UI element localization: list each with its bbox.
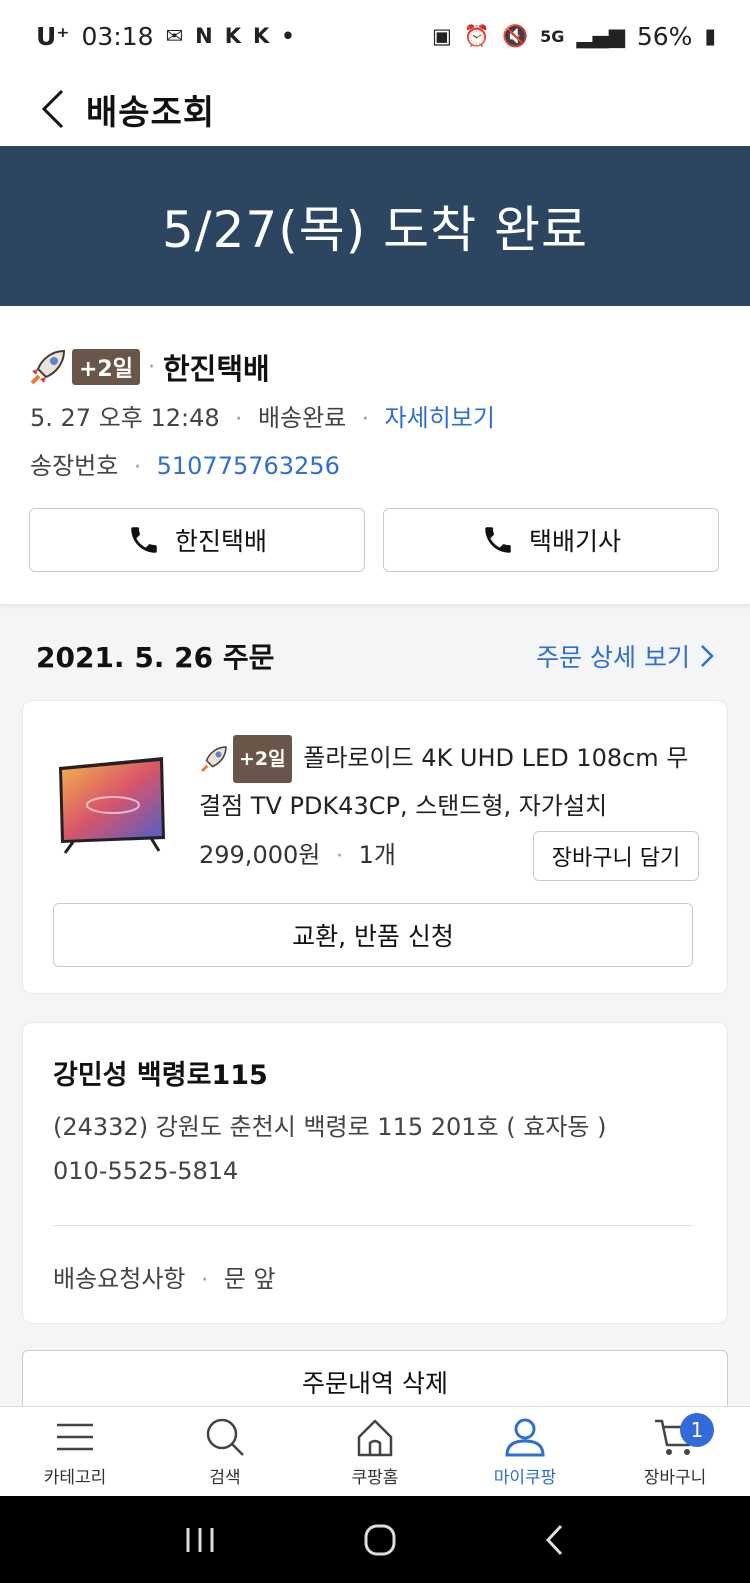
home-icon (357, 1419, 393, 1457)
tab-label: 마이쿠팡 (493, 1468, 557, 1488)
5g-icon: 5G (540, 26, 565, 46)
k-app-icon: K (253, 24, 270, 48)
product-badge-group: +2일 (199, 735, 292, 783)
nfc-icon: N (195, 24, 213, 48)
k-app-icon: K (224, 24, 242, 48)
back-button[interactable] (22, 79, 82, 139)
battery-saver-icon: ▣ (431, 24, 452, 48)
delivery-status: 배송완료 (257, 404, 347, 432)
separator-dot: · (235, 407, 243, 432)
separator-dot: · (201, 1268, 209, 1293)
tab-home[interactable]: 쿠팡홈 (300, 1407, 450, 1496)
menu-icon (57, 1423, 93, 1451)
separator-dot: · (335, 844, 343, 869)
phone-icon (131, 527, 157, 553)
product-quantity: 1개 (358, 841, 396, 869)
add-to-cart-button[interactable]: 장바구니 담기 (533, 831, 699, 881)
call-driver-label: 택배기사 (528, 527, 621, 556)
order-detail-link[interactable]: 주문 상세 보기 (536, 638, 714, 674)
address-line: (24332) 강원도 춘천시 백령로 115 201호 ( 효자동 ) (53, 1113, 607, 1141)
invoice-number[interactable]: 510775763256 (157, 452, 340, 480)
search-icon (206, 1418, 244, 1456)
courier-row: +2일 · 한진택배 (28, 346, 270, 388)
delivery-datetime: 5. 27 오후 12:48 (30, 404, 220, 432)
back-nav-icon[interactable] (543, 1522, 567, 1558)
tab-label: 검색 (209, 1468, 241, 1488)
alarm-icon: ⏰ (463, 23, 490, 48)
signal-icon: ▂▄▆ (576, 24, 625, 48)
status-left: U⁺ 03:18 ✉ N K K • (36, 22, 295, 51)
delivery-request-label: 배송요청사항 (53, 1265, 186, 1293)
courier-name: 한진택배 (162, 352, 270, 386)
tab-category[interactable]: 카테고리 (0, 1407, 150, 1496)
order-detail-label: 주문 상세 보기 (536, 643, 690, 672)
price-row: 299,000원 · 1개 (199, 835, 396, 870)
tab-label: 장바구니 (643, 1468, 707, 1488)
separator-dot: · (361, 407, 369, 432)
dot-icon: • (281, 24, 295, 48)
app-header: 배송조회 (0, 72, 750, 146)
invoice-row: 송장번호 · 510775763256 (30, 446, 340, 481)
address-card: 강민성 백령로115 (24332) 강원도 춘천시 백령로 115 201호 … (22, 1022, 728, 1324)
home-button-icon[interactable] (362, 1522, 398, 1558)
status-bar: U⁺ 03:18 ✉ N K K • ▣ ⏰ 🔇 5G ▂▄▆ 56% ▮ (0, 0, 750, 72)
status-time: 03:18 (81, 21, 154, 51)
chevron-left-icon (41, 89, 64, 129)
tab-label: 쿠팡홈 (351, 1468, 399, 1488)
status-right: ▣ ⏰ 🔇 5G ▂▄▆ 56% ▮ (432, 22, 716, 51)
call-courier-button[interactable]: 한진택배 (29, 508, 365, 572)
product-thumbnail[interactable] (53, 747, 171, 865)
user-icon (505, 1418, 545, 1457)
invoice-label: 송장번호 (30, 452, 119, 480)
battery-icon: ▮ (704, 24, 716, 48)
mute-icon: 🔇 (501, 23, 529, 48)
recent-apps-icon[interactable] (183, 1525, 217, 1555)
bottom-tab-bar: 카테고리 검색 쿠팡홈 마이쿠팡 장바구니 1 (0, 1406, 750, 1496)
cart-count-badge: 1 (680, 1413, 714, 1447)
delete-order-button[interactable]: 주문내역 삭제 (22, 1350, 728, 1414)
page-title: 배송조회 (86, 92, 216, 133)
product-title-block[interactable]: +2일 폴라로이드 4K UHD LED 108cm 무결점 TV PDK43C… (199, 735, 699, 829)
divider (53, 1225, 693, 1226)
delivery-speed-badge: +2일 (233, 735, 292, 783)
separator-dot: · (147, 354, 155, 380)
tab-label: 카테고리 (43, 1468, 107, 1488)
recipient-phone: 010-5525-5814 (53, 1157, 239, 1185)
tab-my-coupang[interactable]: 마이쿠팡 (450, 1407, 600, 1496)
call-courier-label: 한진택배 (174, 527, 267, 556)
tab-search[interactable]: 검색 (150, 1407, 300, 1496)
battery-level: 56% (636, 21, 693, 51)
rocket-icon (200, 746, 227, 773)
system-nav-bar (0, 1496, 750, 1583)
mail-icon: ✉ (165, 24, 184, 48)
chevron-right-icon (701, 645, 714, 667)
delivery-status-banner: 5/27(목) 도착 완료 (0, 146, 750, 306)
product-price: 299,000원 (199, 841, 321, 869)
tab-cart[interactable]: 장바구니 1 (600, 1407, 750, 1496)
exchange-return-button[interactable]: 교환, 반품 신청 (53, 903, 693, 967)
delivery-speed-badge: +2일 (72, 349, 140, 385)
order-date: 2021. 5. 26 주문 (36, 641, 275, 674)
phone-icon (485, 527, 511, 553)
call-driver-button[interactable]: 택배기사 (383, 508, 719, 572)
shipping-info-card: +2일 · 한진택배 5. 27 오후 12:48 · 배송완료 · 자세히보기… (0, 306, 750, 604)
delivery-status-row: 5. 27 오후 12:48 · 배송완료 · 자세히보기 (30, 398, 495, 433)
details-link[interactable]: 자세히보기 (385, 404, 495, 432)
carrier-label: U⁺ (36, 21, 70, 51)
recipient-name: 강민성 백령로115 (53, 1060, 268, 1091)
delivery-status-text: 5/27(목) 도착 완료 (161, 201, 589, 259)
separator-dot: · (133, 455, 141, 480)
delivery-request-value: 문 앞 (223, 1265, 276, 1293)
rocket-icon (30, 349, 66, 385)
product-card: +2일 폴라로이드 4K UHD LED 108cm 무결점 TV PDK43C… (22, 700, 728, 994)
delivery-request-row: 배송요청사항 · 문 앞 (53, 1259, 276, 1294)
